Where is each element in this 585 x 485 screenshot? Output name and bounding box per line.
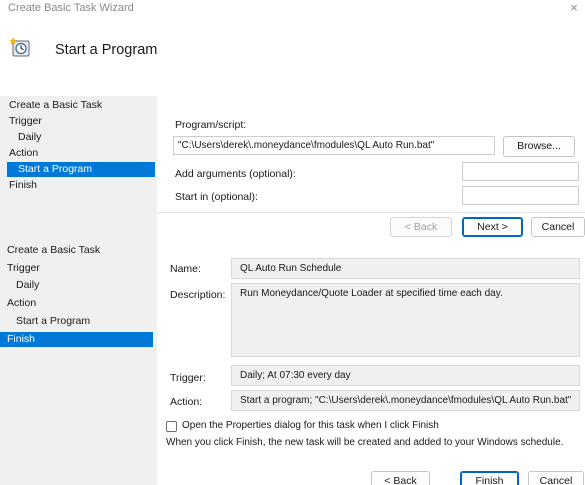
name-label: Name: bbox=[170, 263, 201, 275]
start-in-label: Start in (optional): bbox=[175, 191, 258, 203]
sidebar-item-action[interactable]: Action bbox=[9, 147, 38, 159]
browse-button[interactable]: Browse... bbox=[503, 136, 575, 157]
sidebar-item-start-a-program[interactable]: Start a Program bbox=[16, 315, 90, 327]
next-button[interactable]: Next > bbox=[462, 217, 523, 237]
sidebar: Create a Basic Task Trigger Daily Action… bbox=[0, 241, 157, 485]
back-button[interactable]: < Back bbox=[390, 217, 452, 237]
action-label: Action: bbox=[170, 396, 203, 408]
task-scheduler-icon bbox=[9, 36, 32, 58]
sidebar-item-daily[interactable]: Daily bbox=[16, 279, 39, 291]
cancel-button[interactable]: Cancel bbox=[528, 471, 584, 485]
add-arguments-input[interactable] bbox=[462, 162, 579, 181]
sidebar-item-action[interactable]: Action bbox=[7, 297, 36, 309]
sidebar-item-finish[interactable]: Finish bbox=[9, 179, 37, 191]
open-properties-label[interactable]: Open the Properties dialog for this task… bbox=[182, 420, 439, 431]
finish-button[interactable]: Finish bbox=[460, 471, 519, 485]
sidebar: Create a Basic Task Trigger Daily Action… bbox=[0, 96, 157, 264]
sidebar-item-trigger[interactable]: Trigger bbox=[9, 115, 42, 127]
sidebar-item-daily[interactable]: Daily bbox=[18, 131, 41, 143]
description-label: Description: bbox=[170, 289, 226, 301]
action-field: Start a program; "C:\Users\derek\.moneyd… bbox=[231, 390, 580, 411]
sidebar-item-start-a-program[interactable]: Start a Program bbox=[7, 162, 155, 177]
trigger-field: Daily; At 07:30 every day bbox=[231, 365, 580, 386]
start-in-input[interactable] bbox=[462, 186, 579, 205]
window-title: Create Basic Task Wizard bbox=[8, 2, 134, 14]
page-title: Start a Program bbox=[55, 42, 158, 58]
program-script-label: Program/script: bbox=[175, 119, 247, 131]
program-script-input[interactable]: "C:\Users\derek\.moneydance\fmodules\QL … bbox=[173, 136, 495, 155]
add-arguments-label: Add arguments (optional): bbox=[175, 168, 296, 180]
name-field: QL Auto Run Schedule bbox=[231, 258, 580, 279]
description-field: Run Moneydance/Quote Loader at specified… bbox=[231, 283, 580, 357]
sidebar-item-finish[interactable]: Finish bbox=[0, 332, 153, 347]
sidebar-item-create-basic-task[interactable]: Create a Basic Task bbox=[7, 244, 100, 256]
trigger-label: Trigger: bbox=[170, 372, 206, 384]
close-icon[interactable]: × bbox=[566, 0, 582, 16]
sidebar-item-label: Start a Program bbox=[18, 163, 93, 175]
sidebar-item-create-basic-task[interactable]: Create a Basic Task bbox=[9, 99, 102, 111]
sidebar-item-label: Finish bbox=[7, 333, 36, 345]
open-properties-checkbox[interactable] bbox=[166, 421, 177, 432]
divider bbox=[157, 212, 585, 213]
sidebar-item-trigger[interactable]: Trigger bbox=[7, 262, 40, 274]
finish-note: When you click Finish, the new task will… bbox=[166, 437, 564, 448]
back-button[interactable]: < Back bbox=[371, 471, 430, 485]
cancel-button[interactable]: Cancel bbox=[531, 217, 585, 237]
